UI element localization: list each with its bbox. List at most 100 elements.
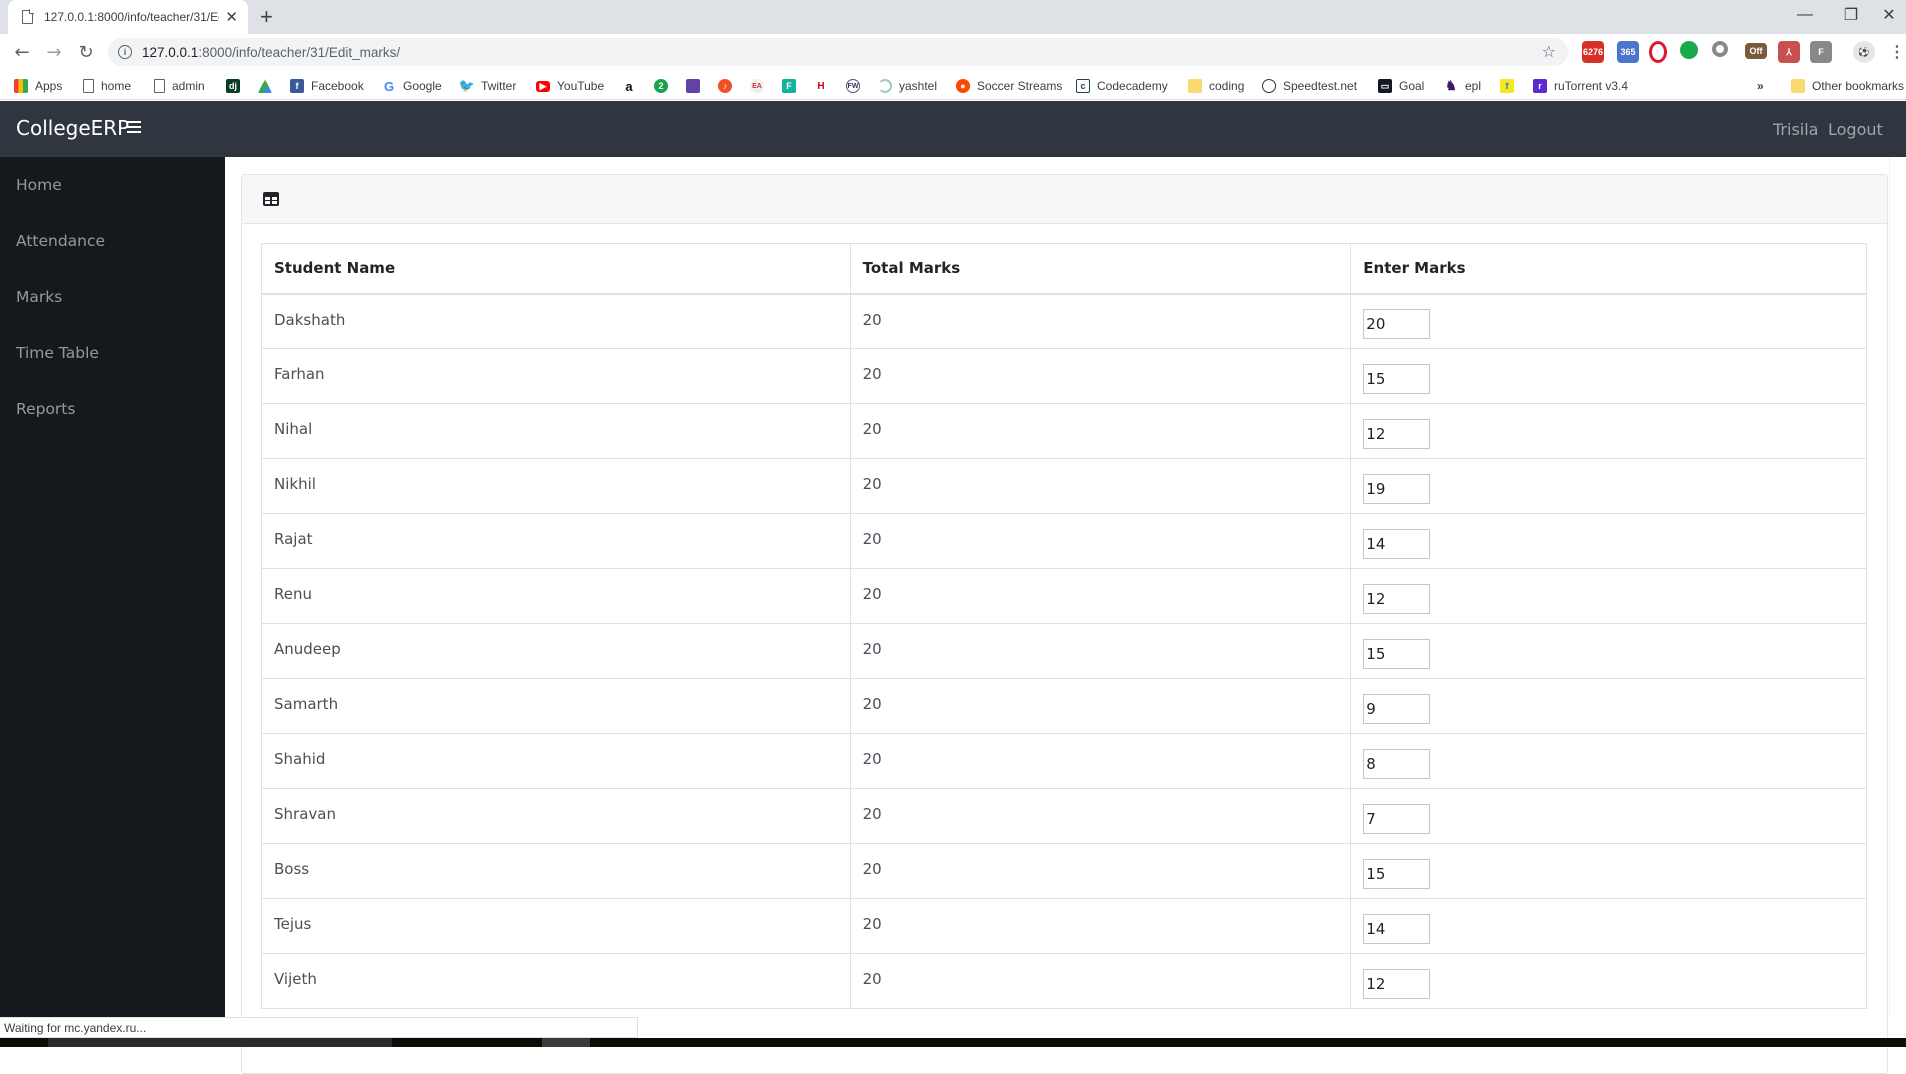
- browser-tab[interactable]: 127.0.0.1:8000/info/teacher/31/Edit_mark…: [8, 0, 248, 34]
- brand-logo[interactable]: CollegeERP: [16, 116, 129, 140]
- bookmark-rutorrent[interactable]: r ruTorrent v3.4: [1533, 77, 1628, 95]
- hamburger-menu-icon[interactable]: [127, 121, 141, 133]
- circle-extension-icon[interactable]: [1712, 41, 1728, 57]
- bookmark-amazon[interactable]: a: [622, 77, 643, 95]
- bookmark-flipkart[interactable]: f: [1500, 77, 1521, 95]
- total-marks: 20: [849, 623, 1352, 679]
- bookmark-goal[interactable]: ▭ Goal: [1378, 77, 1424, 95]
- enter-marks-cell: [1350, 568, 1867, 624]
- bookmark-music[interactable]: ♪: [718, 77, 739, 95]
- opera-extension-icon[interactable]: [1649, 41, 1667, 63]
- minimize-button[interactable]: —: [1782, 0, 1828, 30]
- marks-input[interactable]: [1363, 969, 1431, 999]
- marks-input[interactable]: [1363, 529, 1431, 559]
- sidebar-item-marks[interactable]: Marks: [16, 288, 62, 306]
- bookmark-home[interactable]: home: [83, 77, 131, 95]
- user-name-link[interactable]: Trisila: [1773, 120, 1818, 139]
- pdf-extension-icon[interactable]: ⅄: [1778, 41, 1800, 63]
- sidebar: Home Attendance Marks Time Table Reports: [0, 157, 225, 1017]
- bookmark-admin[interactable]: admin: [154, 77, 205, 95]
- marks-input[interactable]: [1363, 914, 1431, 944]
- sidebar-item-reports[interactable]: Reports: [16, 400, 75, 418]
- restore-button[interactable]: ❐: [1828, 0, 1874, 30]
- bookmark-django[interactable]: dj: [226, 77, 247, 95]
- bookmark-green-2[interactable]: 2: [654, 77, 675, 95]
- bookmark-ea[interactable]: EA: [750, 77, 771, 95]
- logout-link[interactable]: Logout: [1828, 120, 1883, 139]
- bookmark-fw[interactable]: FW: [846, 77, 867, 95]
- bookmarks-overflow-button[interactable]: »: [1757, 77, 1764, 95]
- bookmark-youtube[interactable]: ▶ YouTube: [536, 77, 604, 95]
- url-bar[interactable]: i 127.0.0.1:8000/info/teacher/31/Edit_ma…: [108, 38, 1568, 66]
- sidebar-item-time-table[interactable]: Time Table: [16, 344, 99, 362]
- bookmark-hero[interactable]: H: [814, 77, 835, 95]
- bookmark-drive[interactable]: [258, 77, 279, 95]
- enter-marks-cell: [1350, 293, 1867, 349]
- bookmark-f[interactable]: F: [782, 77, 803, 95]
- grammarly-extension-icon[interactable]: [1680, 41, 1698, 59]
- student-name: Anudeep: [261, 623, 851, 679]
- os-taskbar: [0, 1038, 1906, 1047]
- bookmarks-bar: Apps home admin dj f Facebook G Google 🐦 Tw…: [0, 70, 1906, 100]
- table-row: Nihal 20: [261, 403, 1867, 459]
- twitch-icon: [686, 79, 700, 93]
- office365-extension-icon[interactable]: 365: [1617, 41, 1639, 63]
- forward-button[interactable]: →: [42, 40, 66, 64]
- marks-input[interactable]: [1363, 419, 1431, 449]
- marks-input[interactable]: [1363, 749, 1431, 779]
- bookmark-coding-folder[interactable]: coding: [1188, 77, 1244, 95]
- marks-input[interactable]: [1363, 639, 1431, 669]
- f-extension-icon[interactable]: F: [1810, 41, 1832, 63]
- marks-input[interactable]: [1363, 804, 1431, 834]
- page-scrollbar[interactable]: [1889, 157, 1906, 1017]
- marks-input[interactable]: [1363, 584, 1431, 614]
- off-extension-icon[interactable]: Off: [1745, 43, 1767, 59]
- bookmark-yashtel[interactable]: yashtel: [878, 77, 937, 95]
- table-row: Dakshath 20: [261, 293, 1867, 349]
- bookmark-soccer-streams[interactable]: ● Soccer Streams: [956, 77, 1062, 95]
- student-name: Nihal: [261, 403, 851, 459]
- bookmark-star-icon[interactable]: ☆: [1542, 42, 1556, 61]
- bookmark-epl[interactable]: ♞ epl: [1444, 77, 1481, 95]
- profile-avatar-icon[interactable]: ⚽: [1853, 41, 1875, 63]
- marks-input[interactable]: [1363, 859, 1431, 889]
- sidebar-item-home[interactable]: Home: [16, 176, 62, 194]
- reddit-icon: ●: [956, 79, 970, 93]
- close-window-button[interactable]: ✕: [1872, 0, 1906, 30]
- chrome-menu-icon[interactable]: ⋮: [1886, 41, 1906, 63]
- sidebar-item-attendance[interactable]: Attendance: [16, 232, 105, 250]
- column-header-total-marks: Total Marks: [849, 243, 1352, 295]
- site-info-icon[interactable]: i: [118, 45, 132, 59]
- browser-status-bar: Waiting for mc.yandex.ru...: [0, 1017, 638, 1038]
- green-2-icon: 2: [654, 79, 668, 93]
- marks-input[interactable]: [1363, 694, 1431, 724]
- marks-input[interactable]: [1363, 364, 1431, 394]
- reload-button[interactable]: ↻: [74, 40, 98, 64]
- new-tab-button[interactable]: +: [260, 4, 273, 30]
- back-button[interactable]: ←: [10, 40, 34, 64]
- bookmark-twitter[interactable]: 🐦 Twitter: [459, 77, 516, 95]
- bookmark-facebook[interactable]: f Facebook: [290, 77, 364, 95]
- gmail-extension-icon[interactable]: 6276: [1582, 41, 1604, 63]
- bookmark-twitch[interactable]: [686, 77, 707, 95]
- bookmark-google[interactable]: G Google: [382, 77, 442, 95]
- bookmark-codecademy[interactable]: c Codecademy: [1076, 77, 1168, 95]
- table-row: Anudeep 20: [261, 623, 1867, 679]
- table-row: Shahid 20: [261, 733, 1867, 789]
- bookmark-speedtest[interactable]: Speedtest.net: [1262, 77, 1357, 95]
- tab-close-icon[interactable]: ✕: [225, 8, 238, 26]
- marks-input[interactable]: [1363, 309, 1431, 340]
- bookmark-apps[interactable]: Apps: [14, 77, 62, 95]
- youtube-icon: ▶: [536, 80, 550, 92]
- page-icon: [22, 9, 34, 24]
- table-row: Renu 20: [261, 568, 1867, 624]
- marks-input[interactable]: [1363, 474, 1431, 504]
- bookmark-other-bookmarks[interactable]: Other bookmarks: [1791, 77, 1904, 95]
- total-marks: 20: [849, 678, 1352, 734]
- browser-tab-strip: 127.0.0.1:8000/info/teacher/31/Edit_mark…: [0, 0, 1906, 34]
- student-name: Samarth: [261, 678, 851, 734]
- total-marks: 20: [849, 843, 1352, 899]
- url-text[interactable]: 127.0.0.1:8000/info/teacher/31/Edit_mark…: [142, 45, 400, 60]
- table-header-row: Student Name Total Marks Enter Marks: [261, 243, 1867, 295]
- student-name: Shahid: [261, 733, 851, 789]
